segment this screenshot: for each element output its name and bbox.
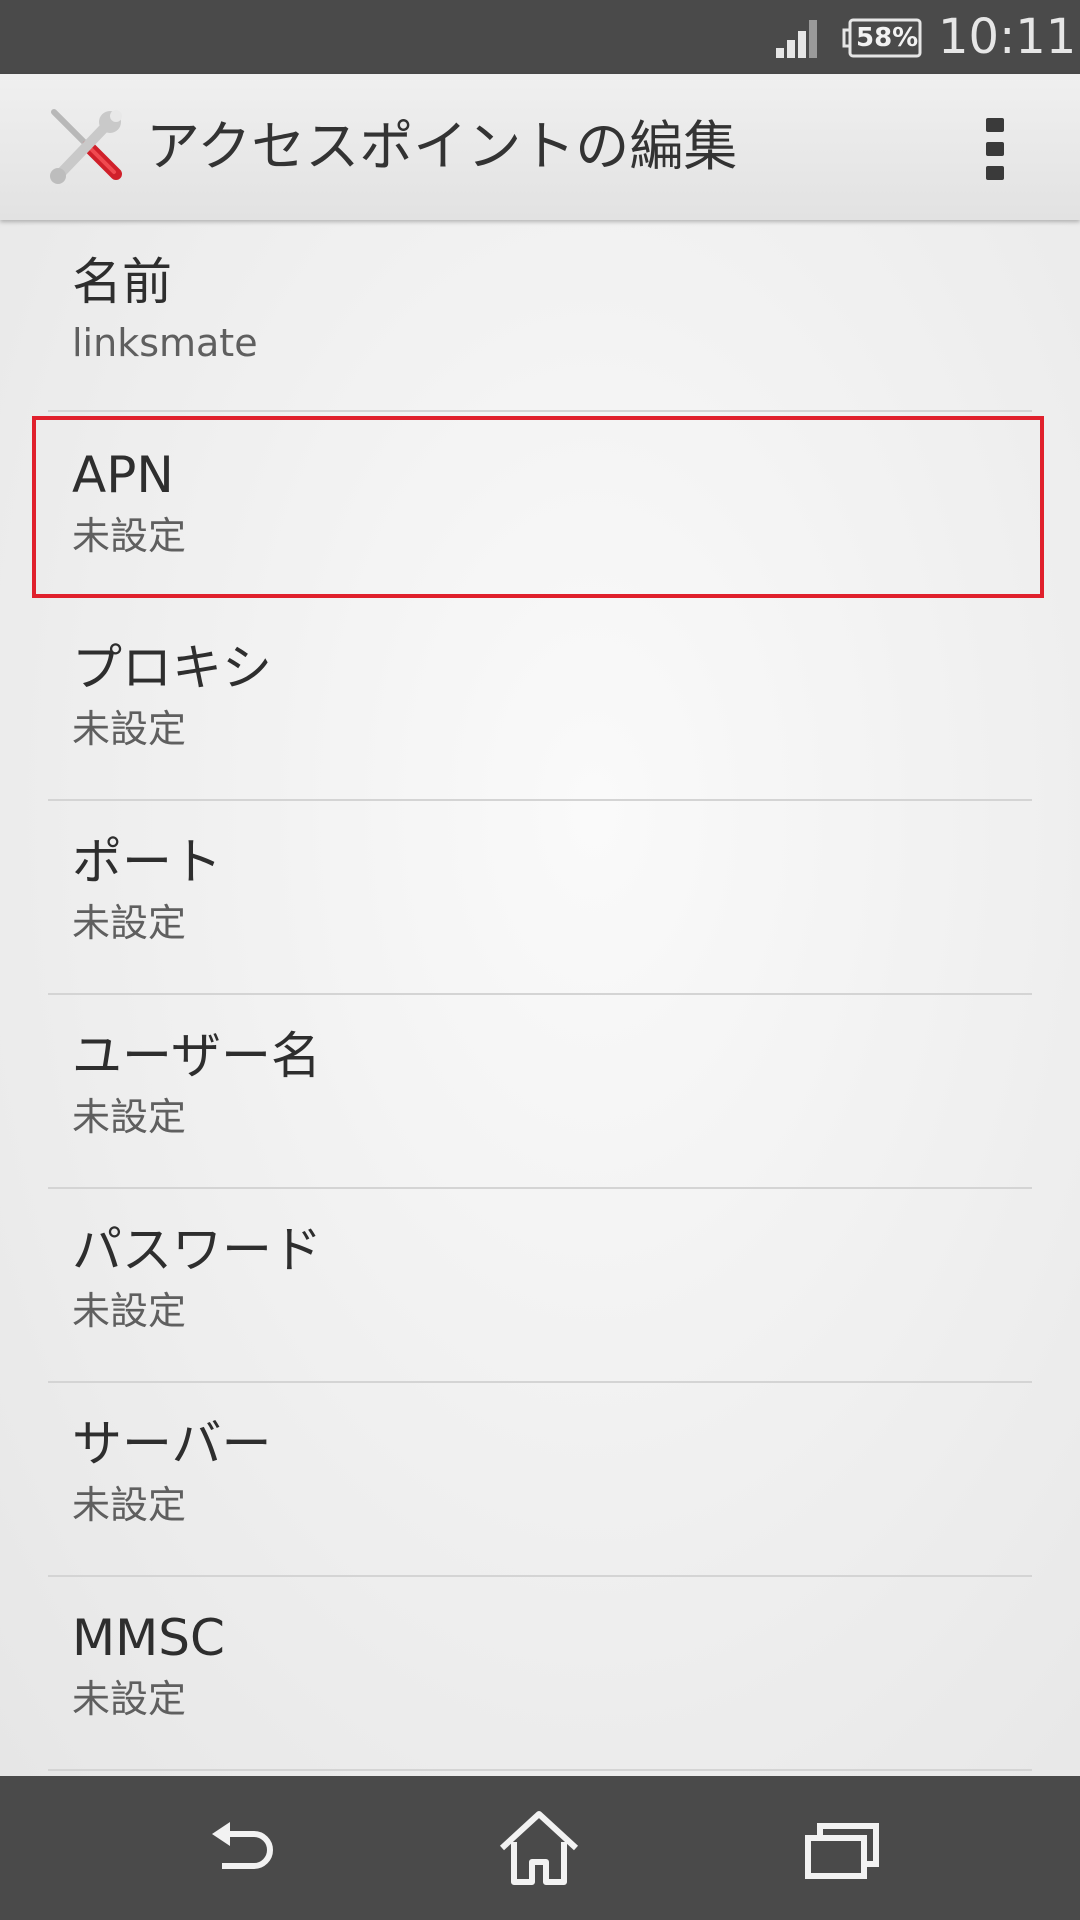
- home-icon[interactable]: [494, 1806, 584, 1890]
- signal-icon: [776, 20, 817, 58]
- settings-tools-icon: [50, 109, 122, 184]
- pref-item-proxy[interactable]: プロキシ 未設定: [0, 606, 1080, 799]
- pref-title: 名前: [72, 253, 172, 311]
- recents-icon[interactable]: [796, 1806, 886, 1890]
- status-bar: 58% 10:11: [0, 0, 1080, 74]
- pref-summary: 未設定: [72, 901, 187, 945]
- overflow-menu-icon[interactable]: [968, 114, 1024, 184]
- divider: [48, 1769, 1032, 1771]
- pref-summary: 未設定: [72, 1483, 187, 1527]
- pref-title: ポート: [72, 833, 222, 891]
- pref-summary: 未設定: [72, 1677, 187, 1721]
- pref-summary: linksmate: [72, 321, 258, 365]
- pref-title: プロキシ: [72, 639, 272, 697]
- pref-title: パスワード: [72, 1221, 322, 1279]
- pref-item-mmsc[interactable]: MMSC 未設定: [0, 1576, 1080, 1769]
- navigation-bar: [0, 1776, 1080, 1920]
- page-title: アクセスポイントの編集: [146, 115, 738, 178]
- pref-summary: 未設定: [72, 1095, 187, 1139]
- pref-summary: 未設定: [72, 1289, 187, 1333]
- pref-item-port[interactable]: ポート 未設定: [0, 800, 1080, 993]
- pref-title: サーバー: [72, 1415, 272, 1473]
- pref-title: ユーザー名: [72, 1027, 321, 1085]
- divider: [48, 410, 1032, 412]
- pref-item-username[interactable]: ユーザー名 未設定: [0, 994, 1080, 1187]
- action-bar: アクセスポイントの編集: [0, 74, 1080, 220]
- highlight-box: [32, 416, 1044, 598]
- preference-list: 名前 linksmate APN 未設定 プロキシ 未設定 ポート 未設定 ユー…: [0, 220, 1080, 1776]
- pref-title: MMSC: [72, 1609, 225, 1667]
- pref-item-name[interactable]: 名前 linksmate: [0, 220, 1080, 413]
- back-icon[interactable]: [196, 1806, 286, 1890]
- pref-item-password[interactable]: パスワード 未設定: [0, 1188, 1080, 1381]
- pref-summary: 未設定: [72, 707, 187, 751]
- battery-level: 58%: [856, 23, 919, 53]
- clock: 10:11: [938, 9, 1077, 65]
- pref-item-server[interactable]: サーバー 未設定: [0, 1382, 1080, 1575]
